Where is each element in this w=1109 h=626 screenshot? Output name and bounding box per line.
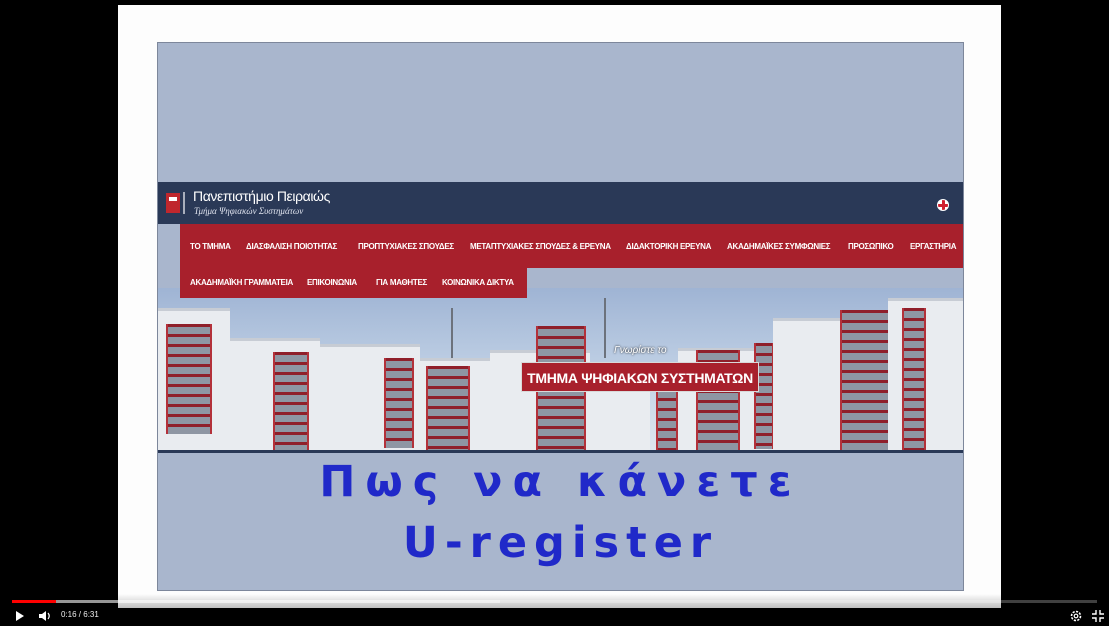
hero-kicker: Γνωρίστε το [614, 345, 667, 356]
building-windows [384, 358, 414, 448]
building-windows [902, 308, 926, 450]
hero-title: ΤΜΗΜΑ ΨΗΦΙΑΚΩΝ ΣΥΣΤΗΜΑΤΩΝ [521, 362, 759, 392]
nav-item: ΓΙΑ ΜΑΘΗΤΕΣ [376, 278, 427, 287]
hero-image: Γνωρίστε το ΤΜΗΜΑ ΨΗΦΙΑΚΩΝ ΣΥΣΤΗΜΑΤΩΝ [158, 288, 963, 450]
nav-item: ΑΚΑΔΗΜΑΪΚΗ ΓΡΑΜΜΑΤΕΙΑ [190, 278, 293, 287]
nav-item: ΕΠΙΚΟΙΝΩΝΙΑ [307, 278, 357, 287]
progress-buffered [12, 600, 500, 603]
building-windows [166, 324, 212, 434]
building-windows [754, 343, 774, 449]
nav-item: ΚΟΙΝΩΝΙΚΑ ΔΙΚΤΥΑ [442, 278, 514, 287]
building-windows [426, 366, 470, 450]
nav-item: ΑΚΑΔΗΜΑΪΚΕΣ ΣΥΜΦΩΝΙΕΣ [727, 242, 831, 251]
fullscreen-icon[interactable] [1091, 609, 1105, 623]
slide-title-line-2: U-register [402, 518, 719, 568]
website-nav-row-2: ΑΚΑΔΗΜΑΪΚΗ ΓΡΑΜΜΑΤΕΙΑ ΕΠΙΚΟΙΝΩΝΙΑ ΓΙΑ ΜΑ… [180, 268, 527, 298]
antenna-pole [604, 298, 606, 358]
volume-icon[interactable] [38, 609, 52, 623]
settings-icon[interactable] [1069, 609, 1083, 623]
building-windows [840, 310, 892, 450]
department-name: Τμήμα Ψηφιακών Συστημάτων [194, 206, 304, 216]
university-name: Πανεπιστήμιο Πειραιώς [193, 188, 330, 204]
time-display: 0:16 / 6:31 [61, 610, 99, 619]
video-player[interactable]: Πανεπιστήμιο Πειραιώς Τμήμα Ψηφιακών Συσ… [0, 0, 1109, 626]
website-header: Πανεπιστήμιο Πειραιώς Τμήμα Ψηφιακών Συσ… [158, 182, 963, 224]
university-logo-icon [166, 193, 180, 213]
nav-item: ΔΙΔΑΚΤΟΡΙΚΗ ΕΡΕΥΝΑ [626, 242, 712, 251]
nav-item: ΕΡΓΑΣΤΗΡΙΑ [910, 242, 957, 251]
building-windows [656, 388, 678, 450]
logo-divider [183, 192, 185, 214]
uk-flag-icon [937, 199, 949, 211]
nav-item: ΤΟ ΤΜΗΜΑ [190, 242, 231, 251]
website-nav-row-1: ΤΟ ΤΜΗΜΑ ΔΙΑΣΦΑΛΙΣΗ ΠΟΙΟΤΗΤΑΣ ΠΡΟΠΤΥΧΙΑΚ… [180, 224, 963, 268]
progress-played [12, 600, 56, 603]
slide-divider [158, 450, 963, 453]
nav-item: ΔΙΑΣΦΑΛΙΣΗ ΠΟΙΟΤΗΤΑΣ [246, 242, 338, 251]
building-windows [273, 352, 309, 450]
nav-item: ΠΡΟΣΩΠΙΚΟ [848, 242, 894, 251]
play-icon[interactable] [16, 611, 24, 621]
presentation-slide: Πανεπιστήμιο Πειραιώς Τμήμα Ψηφιακών Συσ… [157, 42, 964, 591]
player-controls-bar [0, 594, 1109, 626]
nav-item: ΜΕΤΑΠΤΥΧΙΑΚΕΣ ΣΠΟΥΔΕΣ & ΕΡΕΥΝΑ [470, 242, 611, 251]
slide-title-line-1: Πως να κάνετε [319, 457, 802, 507]
nav-item: ΠΡΟΠΤΥΧΙΑΚΕΣ ΣΠΟΥΔΕΣ [358, 242, 454, 251]
